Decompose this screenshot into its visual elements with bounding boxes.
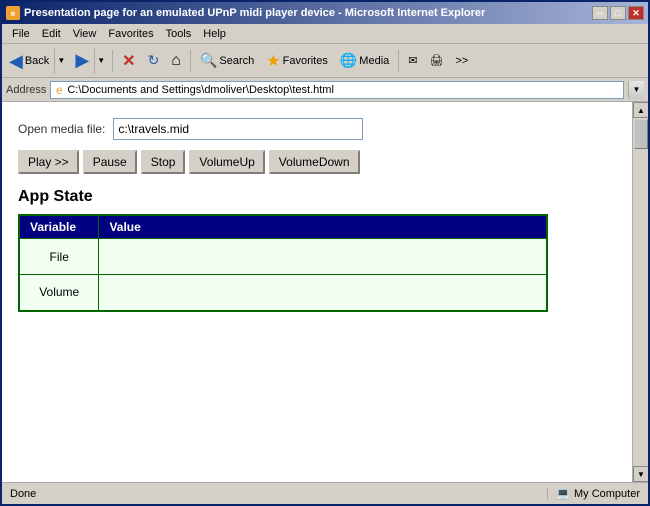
scroll-track [633, 118, 648, 466]
more-button[interactable]: >> [450, 48, 473, 74]
mail-button[interactable]: ✉ [403, 48, 422, 74]
window-title: Presentation page for an emulated UPnP m… [24, 7, 485, 19]
stop-icon: ✕ [122, 51, 135, 71]
file-variable-cell: File [19, 239, 99, 275]
home-button[interactable]: ⌂ [166, 48, 186, 74]
menu-view[interactable]: View [67, 26, 103, 42]
address-input-wrap: e [50, 81, 624, 99]
play-button[interactable]: Play >> [18, 150, 79, 174]
menu-edit[interactable]: Edit [36, 26, 67, 42]
forward-button[interactable]: ▶ [72, 48, 92, 74]
mail-icon: ✉ [408, 54, 417, 67]
print-button[interactable]: 🖨 [424, 48, 448, 74]
home-icon: ⌂ [171, 52, 181, 70]
volume-value-cell [99, 275, 547, 311]
scroll-up-button[interactable]: ▲ [633, 102, 648, 118]
title-bar: e Presentation page for an emulated UPnP… [2, 2, 648, 24]
address-bar: Address e ▼ [2, 78, 648, 102]
media-file-input[interactable] [113, 118, 363, 140]
print-icon: 🖨 [429, 54, 443, 67]
page-icon: e [51, 82, 67, 98]
media-globe-icon: 🌐 [340, 52, 357, 69]
minimize-button[interactable]: ─ [592, 6, 608, 20]
title-bar-left: e Presentation page for an emulated UPnP… [6, 6, 485, 20]
stop-player-button[interactable]: Stop [141, 150, 186, 174]
favorites-star-icon: ★ [266, 51, 280, 71]
volume-variable-cell: Volume [19, 275, 99, 311]
toolbar-separator-1 [112, 50, 113, 72]
status-bar: Done 💻 My Computer [2, 482, 648, 504]
search-toolbar-button[interactable]: 🔍 Search [195, 48, 259, 74]
refresh-icon: ↻ [148, 52, 160, 69]
content-area-wrapper: Open media file: Play >> Pause Stop Volu… [2, 102, 648, 482]
search-label: Search [219, 55, 254, 67]
address-dropdown-button[interactable]: ▼ [628, 81, 644, 99]
toolbar: ◀ Back ▼ ▶ ▼ ✕ ↻ ⌂ 🔍 Search ★ [2, 44, 648, 78]
back-icon: ◀ [9, 52, 23, 70]
browser-icon: e [6, 6, 20, 20]
scroll-down-button[interactable]: ▼ [633, 466, 648, 482]
pause-button[interactable]: Pause [83, 150, 137, 174]
menu-favorites[interactable]: Favorites [102, 26, 159, 42]
search-icon: 🔍 [200, 52, 217, 69]
address-label: Address [6, 84, 46, 96]
scrollbar: ▲ ▼ [632, 102, 648, 482]
menu-help[interactable]: Help [197, 26, 232, 42]
variable-header: Variable [19, 215, 99, 239]
refresh-button[interactable]: ↻ [143, 48, 165, 74]
player-buttons-row: Play >> Pause Stop VolumeUp VolumeDown [18, 150, 616, 174]
zone-section: 💻 My Computer [548, 487, 648, 500]
app-state-title: App State [18, 188, 616, 206]
maximize-button[interactable]: □ [610, 6, 626, 20]
back-dropdown-button[interactable]: ▼ [54, 48, 68, 74]
status-text: Done [2, 488, 548, 500]
volume-down-button[interactable]: VolumeDown [269, 150, 360, 174]
toolbar-separator-2 [190, 50, 191, 72]
media-toolbar-button[interactable]: 🌐 Media [335, 48, 394, 74]
table-row: Volume [19, 275, 547, 311]
toolbar-separator-3 [398, 50, 399, 72]
menu-bar: File Edit View Favorites Tools Help [2, 24, 648, 44]
stop-button[interactable]: ✕ [117, 48, 140, 74]
favorites-toolbar-button[interactable]: ★ Favorites [261, 48, 333, 74]
address-input[interactable] [67, 82, 623, 98]
file-value-cell [99, 239, 547, 275]
table-row: File [19, 239, 547, 275]
table-header-row: Variable Value [19, 215, 547, 239]
computer-icon: 💻 [556, 487, 570, 500]
forward-dropdown-button[interactable]: ▼ [94, 48, 108, 74]
title-bar-buttons: ─ □ ✕ [592, 6, 644, 20]
close-button[interactable]: ✕ [628, 6, 644, 20]
menu-tools[interactable]: Tools [160, 26, 198, 42]
scroll-thumb[interactable] [634, 119, 648, 149]
back-button[interactable]: ◀ Back [6, 48, 52, 74]
more-icon: >> [455, 55, 468, 67]
media-label: Media [359, 55, 389, 67]
zone-label: My Computer [574, 488, 640, 500]
back-label: Back [25, 55, 49, 67]
media-file-row: Open media file: [18, 118, 616, 140]
value-header: Value [99, 215, 547, 239]
browser-window: e Presentation page for an emulated UPnP… [0, 0, 650, 506]
menu-file[interactable]: File [6, 26, 36, 42]
favorites-label: Favorites [283, 55, 328, 67]
content-area: Open media file: Play >> Pause Stop Volu… [2, 102, 632, 482]
state-table: Variable Value File Volume [18, 214, 548, 312]
forward-icon: ▶ [75, 50, 89, 71]
volume-up-button[interactable]: VolumeUp [189, 150, 264, 174]
media-file-label: Open media file: [18, 122, 105, 136]
